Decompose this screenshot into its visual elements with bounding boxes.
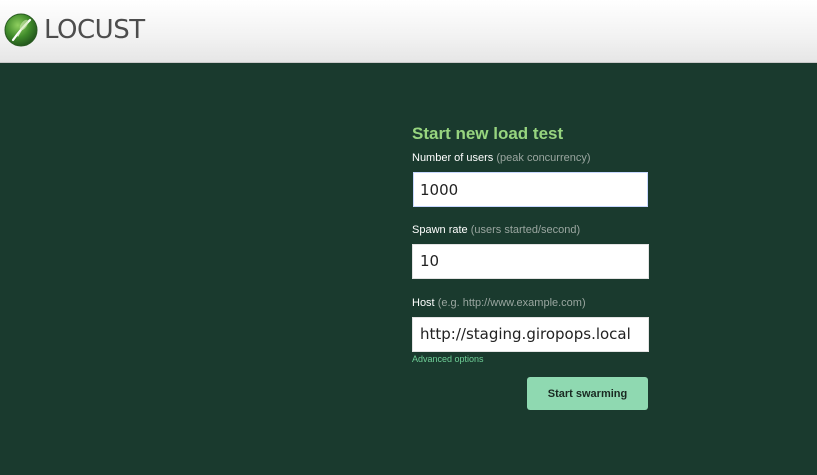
host-label-text: Host (412, 297, 435, 309)
users-hint: (peak concurrency) (496, 152, 591, 164)
start-swarming-button[interactable]: Start swarming (527, 377, 648, 410)
advanced-options-link[interactable]: Advanced options (412, 353, 652, 365)
spawn-rate-label-text: Spawn rate (412, 224, 468, 236)
host-label: Host (e.g. http://www.example.com) (412, 296, 652, 310)
top-bar: LOCUST (0, 0, 817, 63)
users-input[interactable] (411, 170, 650, 209)
main-area: Start new load test Number of users (pea… (0, 63, 817, 475)
spawn-rate-label: Spawn rate (users started/second) (412, 223, 652, 237)
users-label-text: Number of users (412, 152, 494, 164)
spawn-rate-input[interactable] (412, 244, 649, 279)
users-label: Number of users (peak concurrency) (412, 151, 652, 165)
locust-logo[interactable]: LOCUST (4, 13, 145, 47)
form-title: Start new load test (412, 124, 564, 143)
host-hint: (e.g. http://www.example.com) (437, 297, 586, 309)
locust-logo-icon (4, 13, 38, 47)
logo-text: LOCUST (44, 15, 145, 45)
spawn-rate-hint: (users started/second) (470, 224, 581, 236)
start-test-form: Start new load test Number of users (pea… (411, 123, 652, 410)
host-input[interactable] (412, 317, 649, 352)
